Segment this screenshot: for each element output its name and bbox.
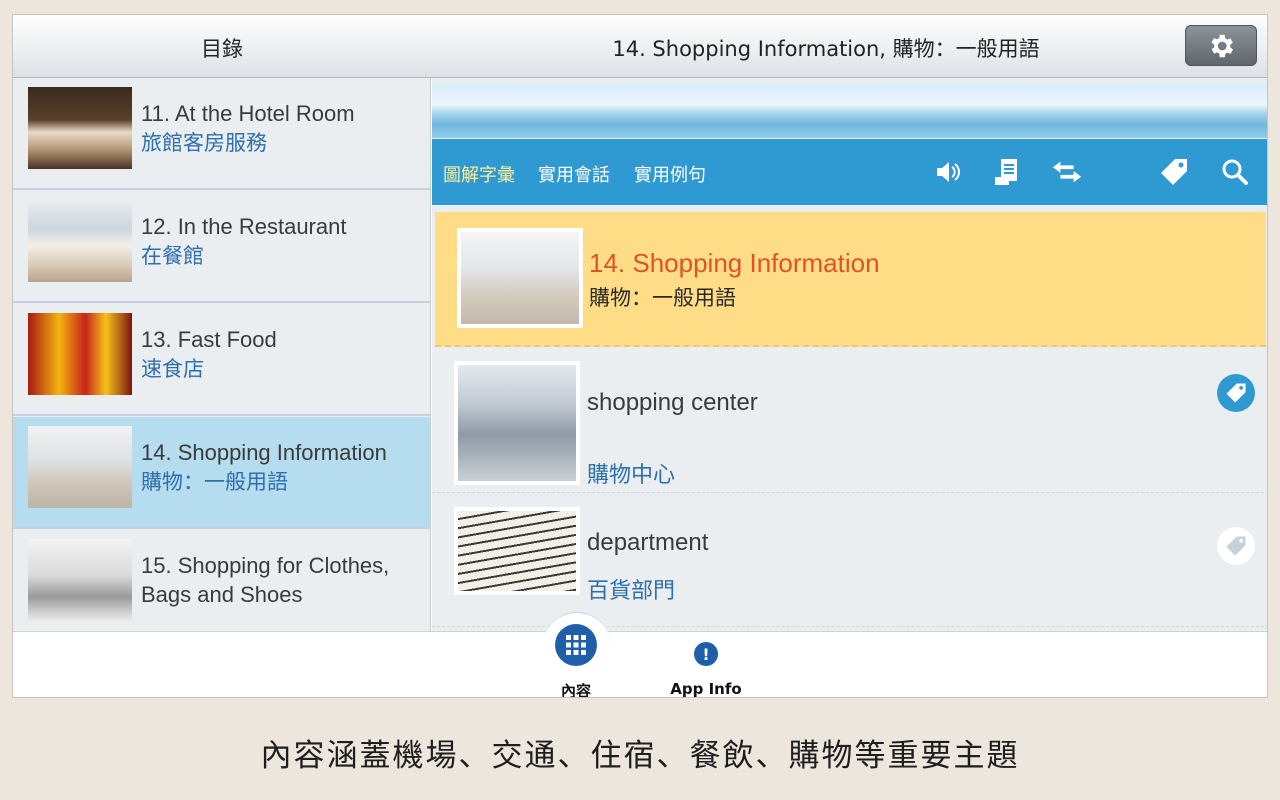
page-title: 14. Shopping Information, 購物：一般用語 <box>612 37 1040 61</box>
tab-example-sentences[interactable]: 實用例句 <box>634 161 706 187</box>
hotel-room-photo <box>28 87 132 169</box>
vocab-item-shopping-center[interactable]: shopping center 購物中心 <box>432 353 1267 493</box>
clothes-store-photo <box>28 539 132 621</box>
vocab-word-en: shopping center <box>587 389 758 416</box>
tag-icon <box>1226 383 1246 403</box>
contents-title: 目錄 <box>201 37 243 61</box>
sea-sky-banner <box>432 83 1267 138</box>
sidebar-item-label-en: 13. Fast Food <box>141 327 277 352</box>
restaurant-photo <box>28 200 132 282</box>
fast-food-photo <box>28 313 132 395</box>
department-sign-photo <box>454 507 580 595</box>
top-bar: 目錄 14. Shopping Information, 購物：一般用語 <box>13 15 1267 78</box>
lesson-toolbar: 圖解字彙 實用會話 實用例句 <box>432 139 1267 205</box>
bookmark-tag-button[interactable] <box>1217 374 1255 412</box>
sidebar-item-label-en-line2: Bags and Shoes <box>141 582 303 607</box>
lesson-panel: 圖解字彙 實用會話 實用例句 14. Shopping Information … <box>432 78 1267 631</box>
vocab-item-department[interactable]: department 百貨部門 <box>432 497 1267 627</box>
vocab-word-zh: 百貨部門 <box>587 579 676 604</box>
sidebar-item-restaurant[interactable]: 12. In the Restaurant 在餐館 <box>13 191 430 303</box>
sidebar-item-label-zh: 速食店 <box>141 357 204 381</box>
bottom-nav: 內容 ! App Info <box>13 612 1267 697</box>
tag-icon[interactable] <box>1158 156 1190 188</box>
document-icon[interactable] <box>991 156 1023 188</box>
sidebar-item-label-zh: 在餐館 <box>141 244 204 268</box>
tab-illustrated-vocab[interactable]: 圖解字彙 <box>443 161 515 187</box>
search-icon[interactable] <box>1219 156 1251 188</box>
shopping-family-photo <box>457 228 583 328</box>
speaker-icon[interactable] <box>932 156 964 188</box>
app-window: 目錄 14. Shopping Information, 購物：一般用語 11.… <box>12 14 1268 698</box>
gear-icon <box>1211 34 1233 57</box>
tab-conversation[interactable]: 實用會話 <box>538 161 610 187</box>
vocab-word-zh: 購物中心 <box>587 463 676 488</box>
promo-caption: 內容涵蓋機場、交通、住宿、餐飲、購物等重要主題 <box>260 738 1020 774</box>
lesson-title-en: 14. Shopping Information <box>589 248 880 278</box>
bookmark-tag-button[interactable] <box>1217 527 1255 565</box>
sidebar-item-hotel-room[interactable]: 11. At the Hotel Room 旅館客房服務 <box>13 78 430 190</box>
sidebar-item-label-en: 14. Shopping Information <box>141 440 387 465</box>
sidebar-item-fast-food[interactable]: 13. Fast Food 速食店 <box>13 304 430 416</box>
lesson-title-zh: 購物：一般用語 <box>589 286 736 310</box>
swap-icon[interactable] <box>1051 156 1083 188</box>
shopping-family-photo <box>28 426 132 508</box>
sidebar-item-label-en: 15. Shopping for Clothes, <box>141 553 390 578</box>
vocab-word-en: department <box>587 529 709 556</box>
app-info-nav-label[interactable]: App Info <box>646 680 766 697</box>
settings-button[interactable] <box>1185 25 1257 66</box>
sidebar-item-label-en: 11. At the Hotel Room <box>141 101 355 126</box>
lesson-sidebar: 11. At the Hotel Room 旅館客房服務 12. In the … <box>13 78 431 631</box>
grid-icon <box>566 635 586 655</box>
contents-nav-button[interactable] <box>555 624 597 666</box>
mall-photo <box>454 361 580 485</box>
sidebar-item-label-zh: 購物：一般用語 <box>141 470 288 494</box>
info-icon[interactable]: ! <box>694 642 718 666</box>
sidebar-item-clothes-shopping[interactable]: 15. Shopping for Clothes, Bags and Shoes <box>13 530 430 631</box>
sidebar-item-label-en: 12. In the Restaurant <box>141 214 347 239</box>
lesson-header-card: 14. Shopping Information 購物：一般用語 <box>435 212 1266 347</box>
sidebar-item-label-zh: 旅館客房服務 <box>141 131 267 155</box>
tag-icon <box>1226 536 1246 556</box>
sidebar-item-shopping-information[interactable]: 14. Shopping Information 購物：一般用語 <box>13 417 430 529</box>
contents-nav-label[interactable]: 內容 <box>516 680 636 697</box>
